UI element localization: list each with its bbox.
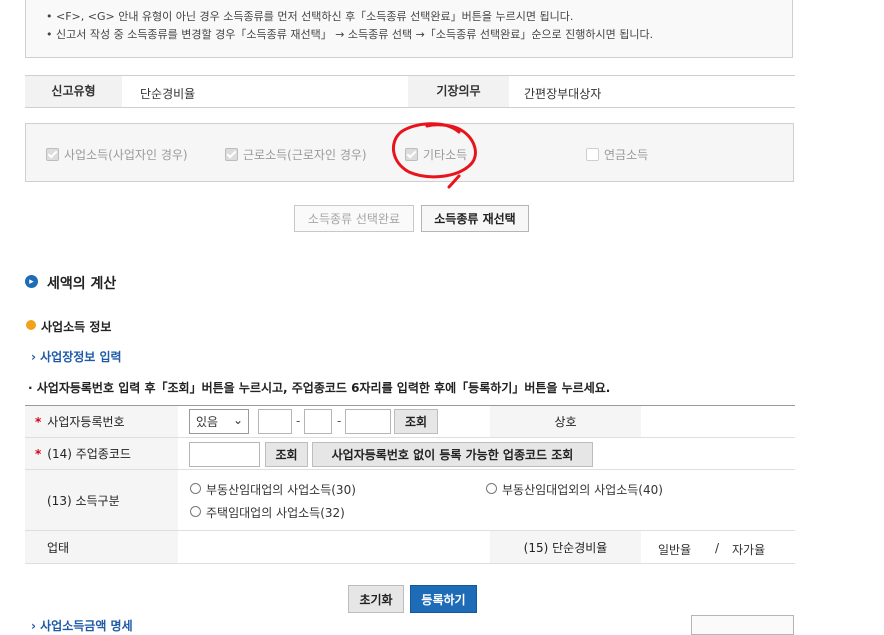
biz-income-detail-link[interactable]: › 사업소득금액 명세 [31, 617, 133, 634]
annotation-circle-mark [392, 122, 477, 189]
reg-no-label-cell: * 사업자등록번호 [25, 406, 178, 437]
reset-button[interactable]: 초기화 [348, 585, 404, 613]
radio-non-realestate[interactable] [486, 483, 497, 494]
chevron-down-icon: ⌄ [232, 413, 243, 427]
report-type-row: 신고유형 단순경비율 기장의무 간편장부대상자 [25, 76, 795, 107]
reg-no-lookup-button[interactable]: 조회 [394, 409, 438, 434]
radio-housing-rental-label: 주택임대업의 사업소득(32) [206, 506, 345, 520]
report-type-label: 신고유형 [25, 76, 122, 107]
income-class-label: (13) 소득구분 [25, 470, 178, 530]
industry-code-label: (14) 주업종코드 [47, 447, 131, 461]
income-reselect-button[interactable]: 소득종류 재선택 [421, 205, 529, 232]
income-biz-label: 사업소득(사업자인 경우) [64, 148, 188, 162]
no-reg-industry-lookup-button[interactable]: 사업자등록번호 없이 등록 가능한 업종코드 조회 [312, 442, 593, 467]
arrow-circle-icon: ▸ [25, 275, 38, 288]
reg-no-exist-value: 있음 [196, 415, 219, 429]
required-icon: * [35, 446, 42, 461]
table-row: * 사업자등록번호 있음 ⌄ - - 조회 상호 [25, 406, 795, 438]
income-labor-checkbox[interactable] [225, 148, 238, 161]
table-row: * (14) 주업종코드 조회 사업자등록번호 없이 등록 가능한 업종코드 조… [25, 438, 795, 470]
report-type-value: 단순경비율 [140, 87, 196, 101]
bottom-right-button[interactable] [691, 615, 794, 635]
report-row-bottom-border [25, 107, 795, 108]
reg-no-part3-input[interactable] [345, 409, 391, 434]
dash-separator: - [337, 414, 342, 428]
industry-code-label-cell: * (14) 주업종코드 [25, 438, 178, 469]
simple-rate-label: (15) 단순경비율 [490, 531, 641, 563]
reg-no-part2-input[interactable] [304, 409, 332, 434]
required-icon: * [35, 414, 42, 429]
rate-separator: / [715, 541, 720, 555]
income-select-complete-button[interactable]: 소득종류 선택완료 [294, 205, 414, 232]
business-type-label: 업태 [25, 531, 178, 563]
reg-no-exist-select[interactable]: 있음 ⌄ [189, 409, 249, 434]
trade-name-label: 상호 [490, 406, 641, 437]
radio-non-realestate-label: 부동산임대업외의 사업소득(40) [502, 483, 663, 497]
biz-info-title: 사업소득 정보 [41, 320, 112, 334]
biz-place-link[interactable]: › 사업장정보 입력 [31, 348, 122, 365]
reg-no-label: 사업자등록번호 [47, 415, 125, 429]
income-pension-label: 연금소득 [604, 148, 649, 162]
notice-line-1: • <F>, <G> 안내 유형이 아닌 경우 소득종류를 먼저 선택하신 후「… [46, 10, 574, 23]
biz-table: * 사업자등록번호 있음 ⌄ - - 조회 상호 * (14) 주업종코드 조회… [25, 405, 795, 564]
rate-self: 자가율 [732, 543, 766, 557]
chevron-right-icon: › [31, 350, 36, 364]
radio-housing-rental[interactable] [190, 506, 201, 517]
radio-realestate-rental-label: 부동산임대업의 사업소득(30) [206, 483, 356, 497]
table-row: (13) 소득구분 부동산임대업의 사업소득(30) 부동산임대업외의 사업소득… [25, 470, 795, 531]
instruction-text: · 사업자등록번호 입력 후「조회」버튼을 누르시고, 주업종코드 6자리를 입… [28, 381, 611, 395]
chevron-right-icon: › [31, 619, 36, 633]
tax-section-title: 세액의 계산 [47, 276, 117, 292]
dash-separator: - [296, 414, 301, 428]
income-pension-checkbox[interactable] [586, 148, 599, 161]
rate-general: 일반율 [658, 543, 692, 557]
notice-line-2: • 신고서 작성 중 소득종류를 변경할 경우「소득종류 재선택」 → 소득종류… [46, 28, 654, 41]
bookkeeping-duty-value: 간편장부대상자 [524, 87, 602, 101]
biz-place-link-label: 사업장정보 입력 [40, 350, 122, 364]
register-button[interactable]: 등록하기 [410, 585, 477, 613]
notice-box: • <F>, <G> 안내 유형이 아닌 경우 소득종류를 먼저 선택하신 후「… [25, 0, 793, 58]
income-labor-label: 근로소득(근로자인 경우) [243, 148, 367, 162]
biz-income-detail-label: 사업소득금액 명세 [40, 619, 133, 633]
industry-code-input[interactable] [189, 442, 260, 467]
industry-code-lookup-button[interactable]: 조회 [265, 442, 308, 467]
bookkeeping-duty-label: 기장의무 [408, 76, 509, 107]
table-row: 업태 (15) 단순경비율 일반율 / 자가율 [25, 531, 795, 564]
orange-bullet-icon [26, 320, 36, 330]
radio-realestate-rental[interactable] [190, 483, 201, 494]
income-biz-checkbox[interactable] [46, 148, 59, 161]
reg-no-part1-input[interactable] [258, 409, 292, 434]
